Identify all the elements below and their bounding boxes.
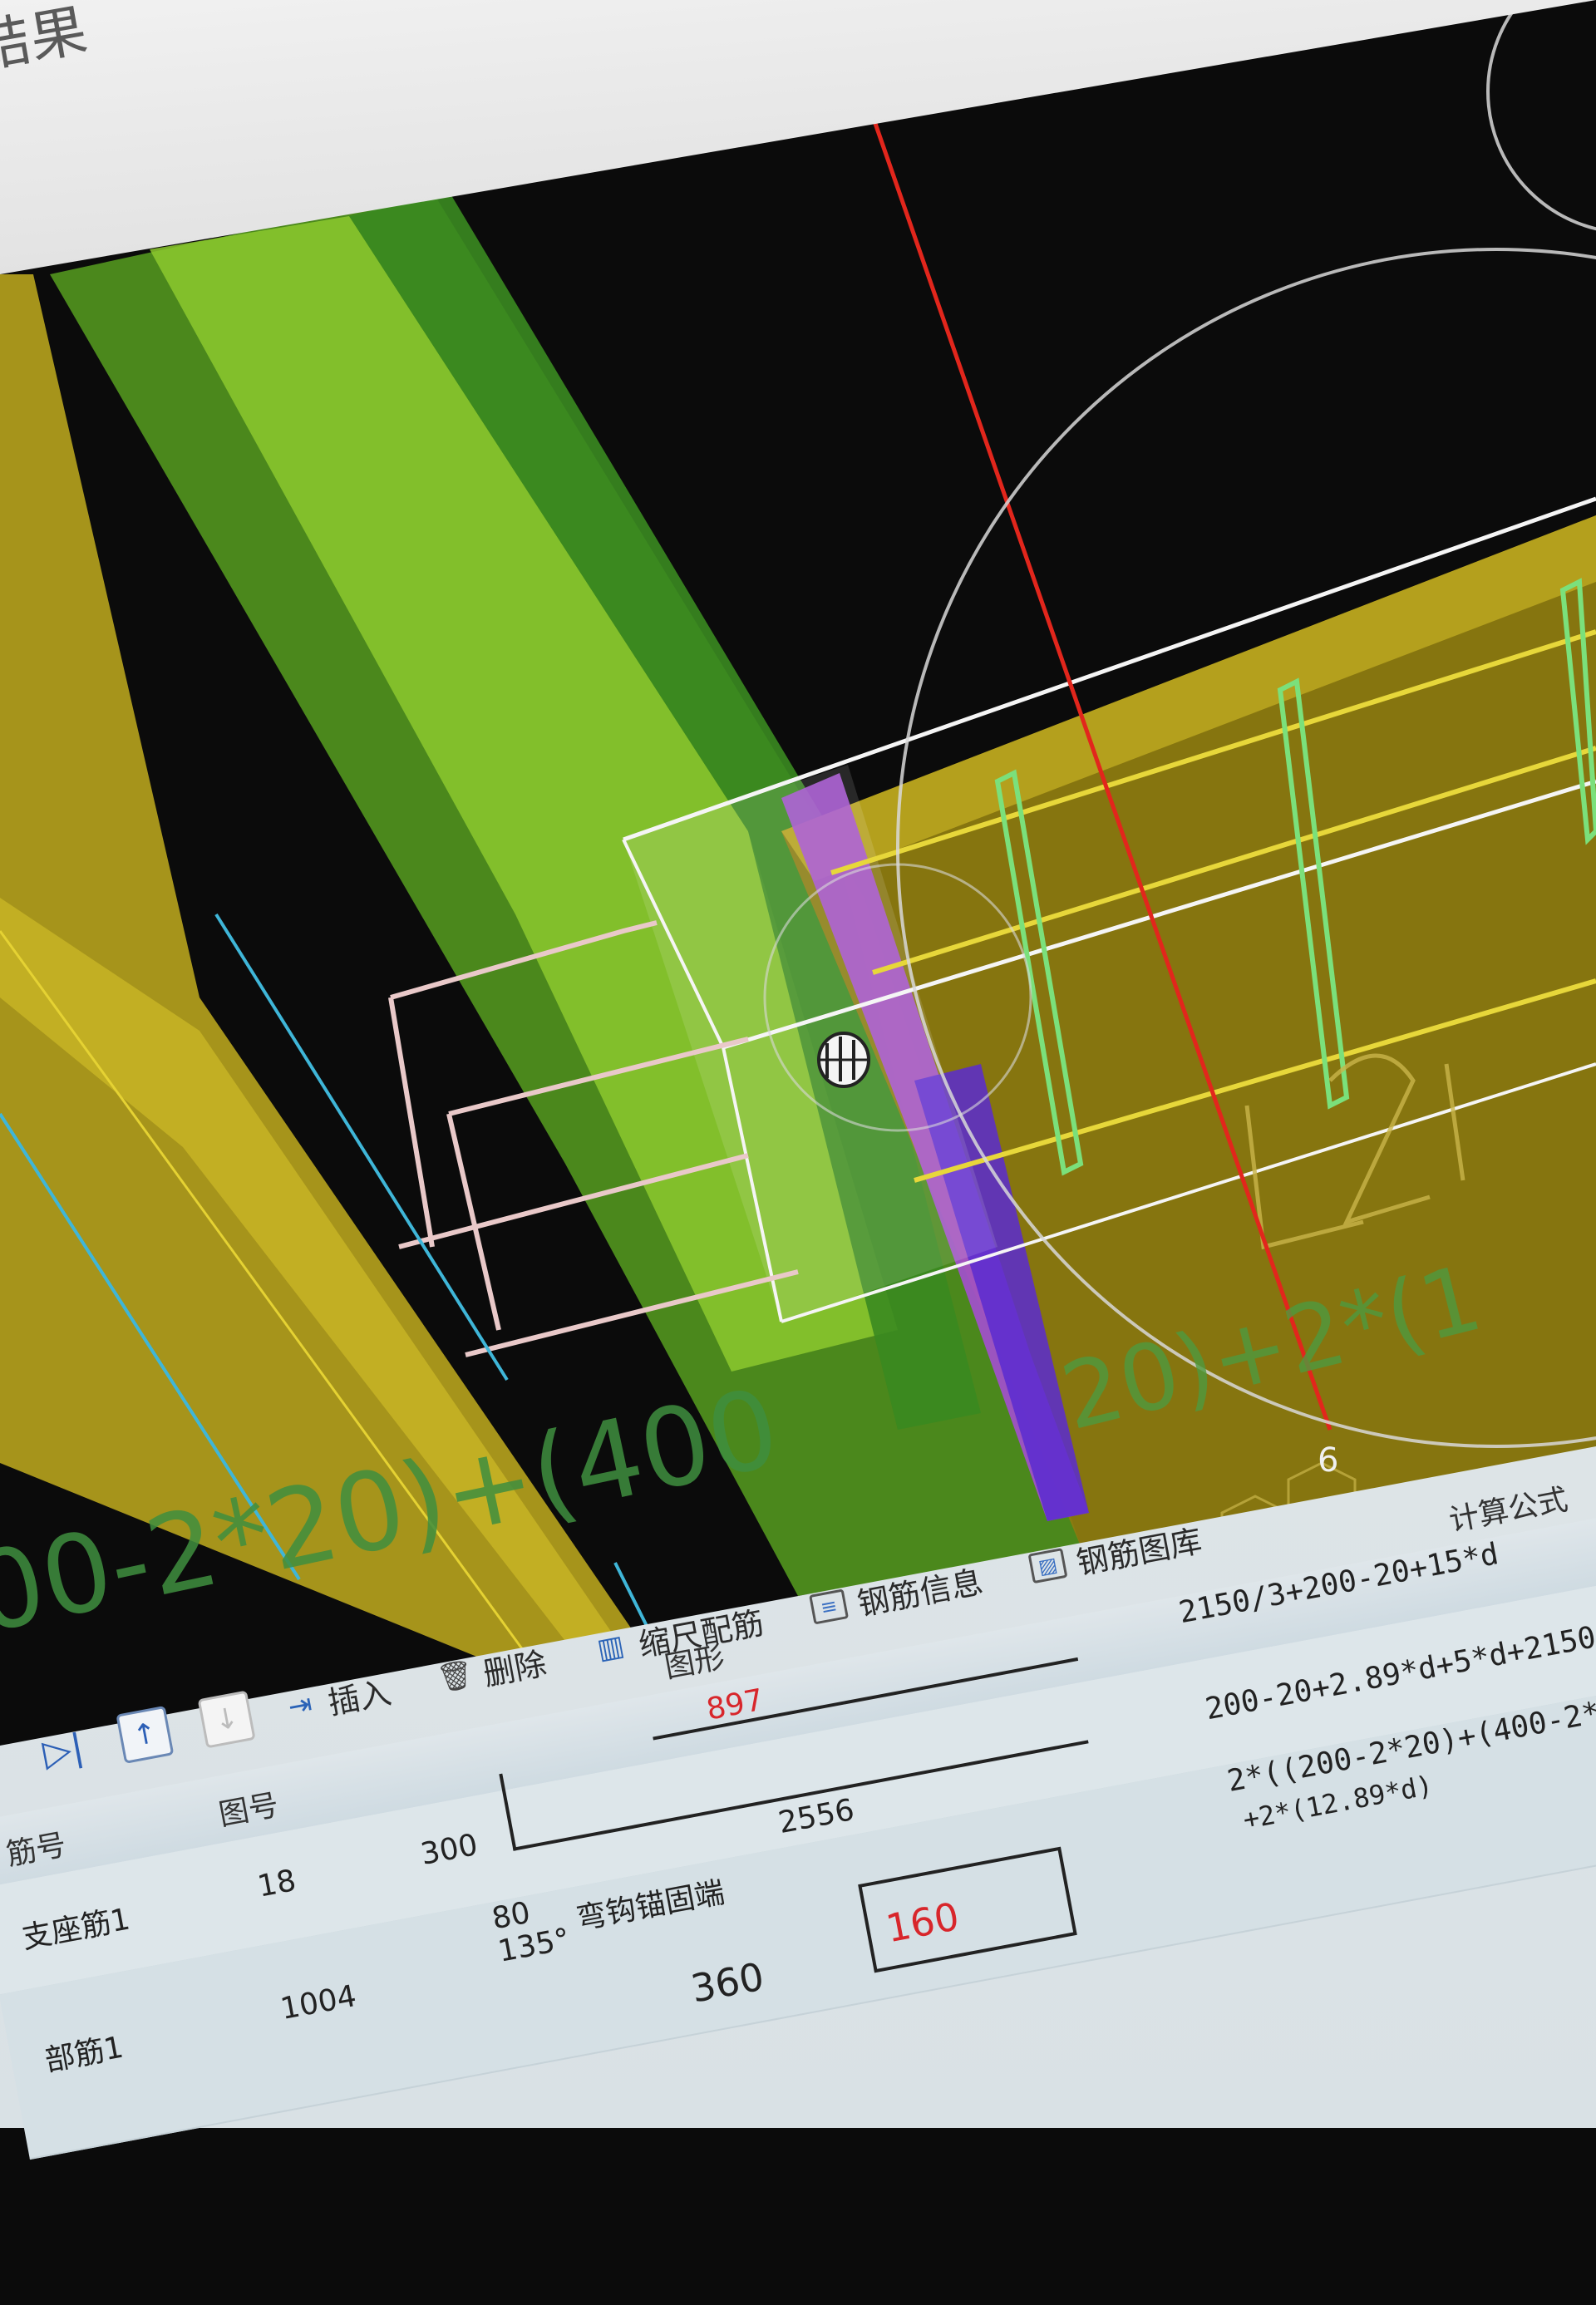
ruler-icon: ▥: [594, 1628, 628, 1667]
move-down-button[interactable]: ↓: [197, 1690, 256, 1749]
insert-button[interactable]: ⇥ 插入: [279, 1667, 394, 1731]
rebar-info-button[interactable]: ≡ 钢筋信息: [807, 1556, 986, 1633]
insert-icon: ⇥: [285, 1687, 315, 1725]
row-figure-no: 18: [254, 1863, 299, 1904]
row-name: 支座筋1: [19, 1902, 133, 1956]
dim-left: 360: [687, 1953, 768, 2012]
delete-label: 删除: [480, 1644, 549, 1692]
go-last-icon[interactable]: ▷|: [34, 1721, 92, 1779]
window-title: 结果: [0, 0, 92, 82]
move-up-button[interactable]: ↑: [116, 1705, 175, 1764]
rebar-library-button[interactable]: ▨ 钢筋图库: [1027, 1515, 1205, 1591]
dim-bottom: 2556: [776, 1792, 857, 1841]
dim-box: 160: [882, 1894, 963, 1952]
insert-label: 插入: [325, 1673, 394, 1721]
header-formula: 计算公式: [1446, 1482, 1571, 1539]
header-figure-no: 图号: [216, 1788, 282, 1833]
dim-left: 300: [417, 1827, 480, 1872]
library-image-icon: ▨: [1027, 1548, 1068, 1584]
cursor-icon: [817, 1032, 870, 1088]
row-figure-no: 1004: [278, 1978, 359, 2027]
rebar-info-label: 钢筋信息: [855, 1563, 986, 1623]
delete-button[interactable]: 🗑 删除: [435, 1638, 549, 1702]
row-name: 部筋1: [42, 2030, 126, 2079]
arrow-up-icon: ↑: [130, 1716, 160, 1754]
play-next-icon[interactable]: ▷: [0, 1736, 11, 1795]
rebar-library-label: 钢筋图库: [1073, 1522, 1205, 1582]
trash-icon: 🗑: [434, 1657, 476, 1697]
info-doc-icon: ≡: [809, 1588, 850, 1625]
header-name: 筋号: [3, 1828, 69, 1873]
hook-shape-box: 160: [858, 1846, 1077, 1973]
arrow-down-icon: ↓: [211, 1701, 242, 1738]
